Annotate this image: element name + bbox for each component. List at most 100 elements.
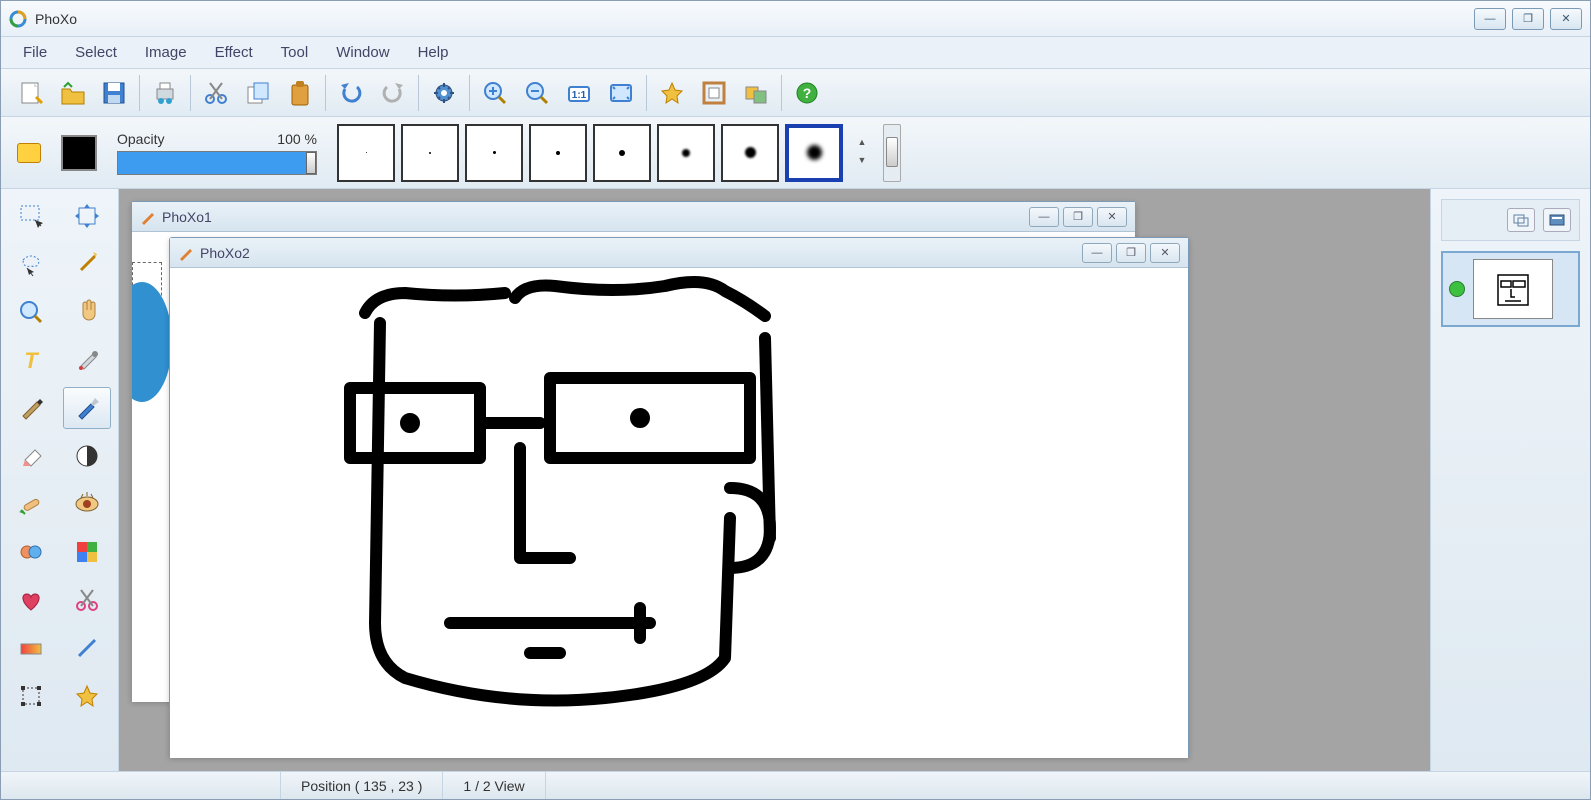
settings-button[interactable] (423, 72, 465, 114)
zoomin-button[interactable] (474, 72, 516, 114)
main-toolbar: 1:1 ? (1, 69, 1590, 117)
app-title: PhoXo (35, 11, 77, 27)
doc2-close[interactable]: ✕ (1150, 243, 1180, 263)
menu-file[interactable]: File (9, 40, 61, 65)
brush-scroll-down[interactable]: ▼ (853, 155, 871, 169)
brush-size-4[interactable] (529, 124, 587, 182)
maximize-button[interactable]: ❐ (1512, 8, 1544, 30)
layer-item[interactable] (1441, 251, 1580, 327)
workspace: PhoXo1 — ❐ ✕ PhoXo2 — ❐ ✕ (119, 189, 1430, 771)
workspace-empty (1300, 189, 1430, 771)
tool-lasso[interactable] (7, 243, 55, 285)
tool-star[interactable] (63, 675, 111, 717)
tool-picker[interactable] (63, 339, 111, 381)
tool-contrast[interactable] (63, 435, 111, 477)
undo-button[interactable] (330, 72, 372, 114)
toolbox: T (1, 189, 119, 771)
titlebar: PhoXo — ❐ ✕ (1, 1, 1590, 37)
opacity-control: Opacity 100 % (117, 131, 317, 175)
tool-hand[interactable] (63, 291, 111, 333)
tool-clone[interactable] (7, 531, 55, 573)
tool-brush[interactable] (63, 387, 111, 429)
comment-icon[interactable] (17, 143, 41, 163)
document-window-2[interactable]: PhoXo2 — ❐ ✕ (169, 237, 1189, 757)
brush-size-5[interactable] (593, 124, 651, 182)
brush-scroll-up[interactable]: ▲ (853, 137, 871, 151)
cut-button[interactable] (195, 72, 237, 114)
tool-zoom[interactable] (7, 291, 55, 333)
tool-text[interactable]: T (7, 339, 55, 381)
tool-eraser[interactable] (7, 435, 55, 477)
doc2-title: PhoXo2 (200, 245, 250, 261)
toolbar-separator (781, 75, 782, 111)
brush-slider-thumb[interactable] (886, 137, 898, 167)
close-button[interactable]: ✕ (1550, 8, 1582, 30)
doc2-minimize[interactable]: — (1082, 243, 1112, 263)
menu-window[interactable]: Window (322, 40, 403, 65)
open-button[interactable] (51, 72, 93, 114)
zoomout-button[interactable] (516, 72, 558, 114)
face-drawing (170, 268, 1190, 758)
redo-button[interactable] (372, 72, 414, 114)
layer-visible-icon[interactable] (1449, 281, 1465, 297)
menu-select[interactable]: Select (61, 40, 131, 65)
menu-help[interactable]: Help (404, 40, 463, 65)
copy-button[interactable] (237, 72, 279, 114)
tool-move[interactable] (63, 195, 111, 237)
doc2-maximize[interactable]: ❐ (1116, 243, 1146, 263)
opacity-handle[interactable] (306, 152, 316, 174)
menu-tool[interactable]: Tool (267, 40, 323, 65)
doc1-minimize[interactable]: — (1029, 207, 1059, 227)
frame-button[interactable] (693, 72, 735, 114)
tool-redeye[interactable] (63, 483, 111, 525)
tool-gradient[interactable] (7, 627, 55, 669)
app-icon (9, 10, 27, 28)
brush-size-6[interactable] (657, 124, 715, 182)
doc1-close[interactable]: ✕ (1097, 207, 1127, 227)
tool-line[interactable] (63, 627, 111, 669)
paste-button[interactable] (279, 72, 321, 114)
layers-view-button[interactable] (1507, 208, 1535, 232)
menu-effect[interactable]: Effect (201, 40, 267, 65)
brush-slider[interactable] (883, 124, 901, 182)
brush-size-picker: ▲ ▼ (337, 124, 901, 182)
tool-wand[interactable] (63, 243, 111, 285)
doc2-canvas[interactable] (170, 268, 1188, 758)
tool-scissors[interactable] (63, 579, 111, 621)
fit-button[interactable] (600, 72, 642, 114)
info-button[interactable] (1543, 208, 1571, 232)
doc1-titlebar[interactable]: PhoXo1 — ❐ ✕ (132, 202, 1135, 232)
help-button[interactable]: ? (786, 72, 828, 114)
tool-heart[interactable] (7, 579, 55, 621)
tool-rect-select[interactable] (7, 195, 55, 237)
svg-text:1:1: 1:1 (572, 90, 587, 101)
pencil-icon (140, 209, 156, 225)
doc1-title: PhoXo1 (162, 209, 212, 225)
brush-size-1[interactable] (337, 124, 395, 182)
statusbar: Position ( 135 , 23 ) 1 / 2 View (1, 771, 1590, 799)
menubar: File Select Image Effect Tool Window Hel… (1, 37, 1590, 69)
tool-puzzle[interactable] (63, 531, 111, 573)
layer-thumbnail (1473, 259, 1553, 319)
new-button[interactable] (9, 72, 51, 114)
brush-size-3[interactable] (465, 124, 523, 182)
brush-size-2[interactable] (401, 124, 459, 182)
layer-effects-button[interactable] (735, 72, 777, 114)
tool-pen[interactable] (7, 387, 55, 429)
brush-size-7[interactable] (721, 124, 779, 182)
toolbar-separator (418, 75, 419, 111)
doc2-titlebar[interactable]: PhoXo2 — ❐ ✕ (170, 238, 1188, 268)
tool-heal[interactable] (7, 483, 55, 525)
tool-transform[interactable] (7, 675, 55, 717)
status-view: 1 / 2 View (443, 772, 545, 799)
opacity-slider[interactable] (117, 151, 317, 175)
brush-size-8[interactable] (785, 124, 843, 182)
menu-image[interactable]: Image (131, 40, 201, 65)
favorite-button[interactable] (651, 72, 693, 114)
print-button[interactable] (144, 72, 186, 114)
save-button[interactable] (93, 72, 135, 114)
doc1-maximize[interactable]: ❐ (1063, 207, 1093, 227)
minimize-button[interactable]: — (1474, 8, 1506, 30)
actual-size-button[interactable]: 1:1 (558, 72, 600, 114)
foreground-color-swatch[interactable] (61, 135, 97, 171)
